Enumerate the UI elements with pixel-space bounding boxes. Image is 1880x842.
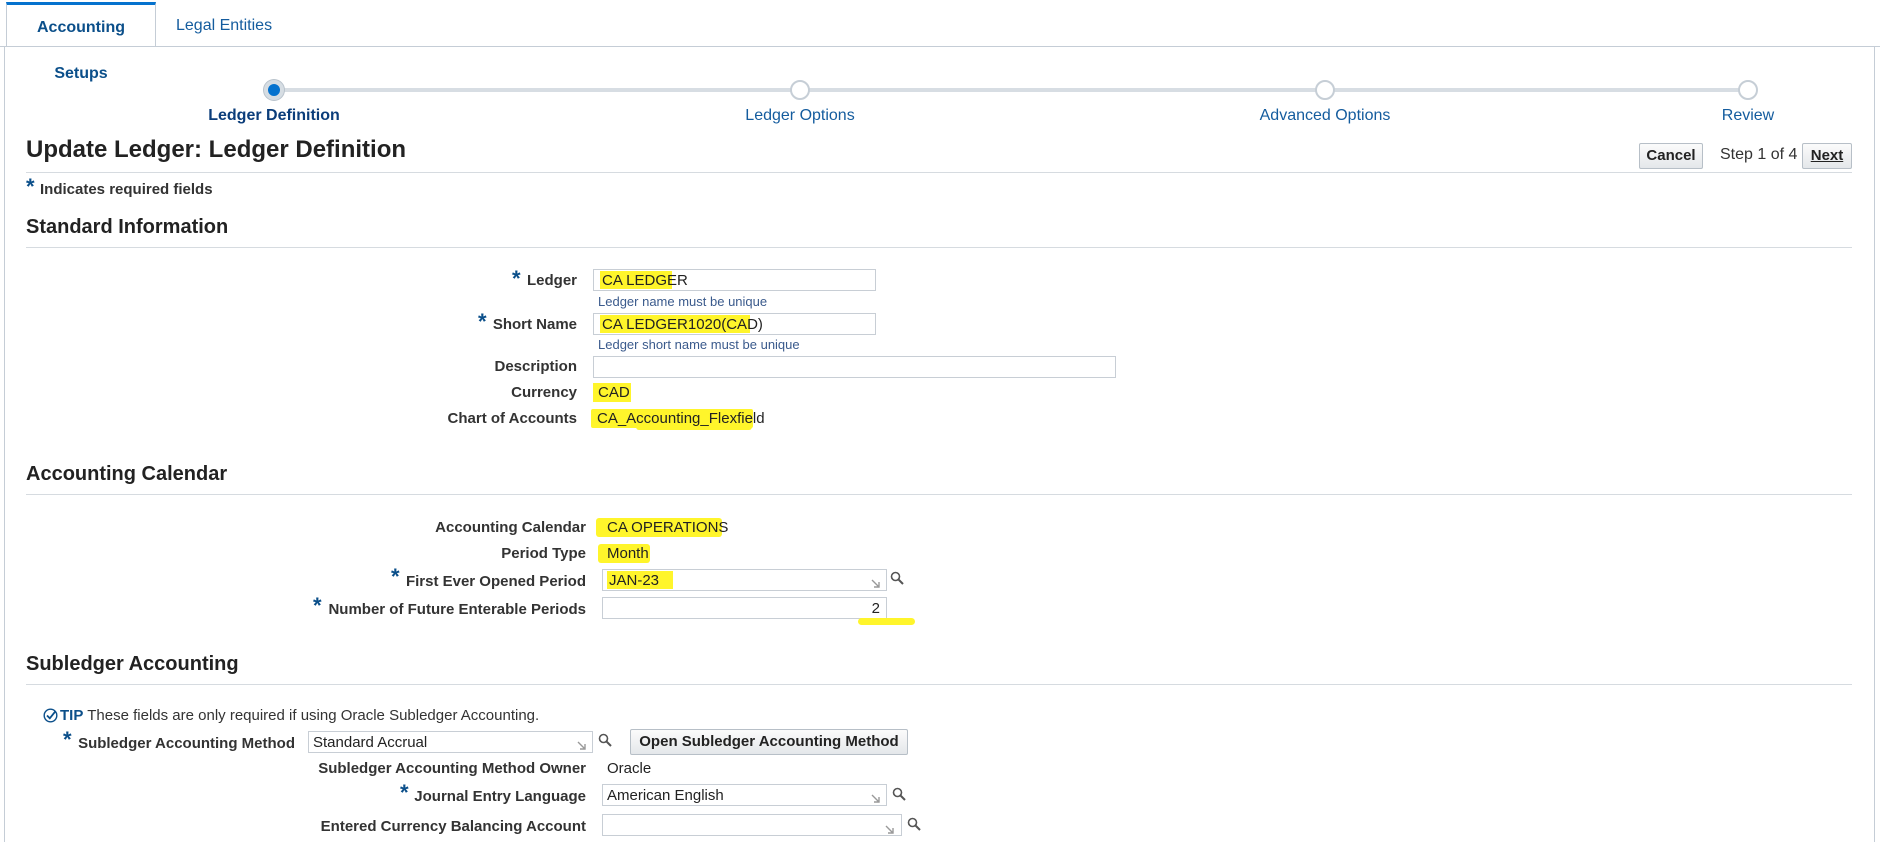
short-name-hint: Ledger short name must be unique — [598, 337, 800, 352]
header-divider — [26, 172, 1852, 173]
short-name-value: CA LEDGER1020(CAD) — [602, 316, 763, 333]
train-stop-review[interactable] — [1738, 80, 1758, 100]
tip-check-icon — [43, 708, 58, 723]
je-language-label: Journal Entry Language — [414, 788, 586, 805]
search-icon — [892, 787, 906, 801]
frame-border-right — [1874, 46, 1875, 842]
balancing-account-search-button[interactable] — [907, 817, 923, 833]
lov-arrow-icon — [871, 794, 880, 803]
chart-of-accounts-value: CA_Accounting_Flexfield — [597, 410, 765, 427]
description-label: Description — [494, 358, 577, 375]
train-label-review[interactable]: Review — [1638, 107, 1858, 125]
lov-arrow-icon — [871, 579, 880, 588]
required-note: Indicates required fields — [40, 181, 213, 198]
sla-method-label: Subledger Accounting Method — [78, 735, 295, 752]
chart-of-accounts-label: Chart of Accounts — [447, 410, 577, 427]
tab-accounting-setups[interactable]: Accounting Setups — [6, 2, 156, 82]
train-track — [274, 88, 1748, 92]
accounting-calendar-label: Accounting Calendar — [435, 519, 586, 536]
je-language-value: American English — [607, 787, 724, 804]
highlight-mark — [858, 618, 915, 625]
first-period-label: First Ever Opened Period — [405, 573, 586, 590]
je-language-search-button[interactable] — [892, 787, 908, 803]
first-period-input[interactable]: JAN-23 — [602, 569, 887, 591]
ledger-label: Ledger — [526, 272, 577, 289]
section-standard-information: Standard Information — [26, 216, 229, 238]
train-label-ledger-options[interactable]: Ledger Options — [690, 107, 910, 125]
period-type-value: Month — [607, 545, 649, 562]
train-label-advanced-options[interactable]: Advanced Options — [1215, 107, 1435, 125]
tip-label: TIP — [60, 707, 84, 724]
balancing-account-input[interactable] — [602, 814, 902, 836]
first-period-search-button[interactable] — [890, 571, 906, 587]
search-icon — [890, 571, 904, 585]
search-icon — [598, 733, 612, 747]
section-accounting-calendar: Accounting Calendar — [26, 463, 228, 485]
short-name-input[interactable]: CA LEDGER1020(CAD) — [593, 313, 876, 335]
required-star: * — [26, 174, 35, 199]
frame-border-left — [4, 46, 5, 842]
short-name-label: Short Name — [492, 316, 577, 333]
tip-note: TIP These fields are only required if us… — [60, 707, 539, 724]
first-period-value: JAN-23 — [609, 572, 660, 589]
future-periods-value: 2 — [871, 600, 880, 617]
description-input[interactable] — [593, 356, 1116, 378]
section-divider — [26, 684, 1852, 685]
open-sla-method-button[interactable]: Open Subledger Accounting Method — [630, 729, 908, 755]
section-divider — [26, 494, 1852, 495]
ledger-input[interactable]: CA LEDGER — [593, 269, 876, 291]
future-periods-label: Number of Future Enterable Periods — [328, 601, 586, 618]
sla-owner-label: Subledger Accounting Method Owner — [318, 760, 586, 777]
accounting-calendar-value: CA OPERATIONS — [607, 519, 729, 536]
sla-method-search-button[interactable] — [598, 733, 614, 749]
ledger-hint: Ledger name must be unique — [598, 294, 768, 309]
tab-bar: Accounting Setups Legal Entities — [0, 0, 1880, 82]
tab-legal-entities[interactable]: Legal Entities — [164, 2, 284, 46]
step-indicator: Step 1 of 4 — [1720, 146, 1798, 163]
sla-owner-value: Oracle — [607, 760, 652, 777]
section-divider — [26, 247, 1852, 248]
page-title: Update Ledger: Ledger Definition — [26, 136, 407, 163]
search-icon — [907, 817, 921, 831]
balancing-account-label: Entered Currency Balancing Account — [320, 818, 586, 835]
future-periods-input[interactable]: 2 — [602, 597, 887, 619]
lov-arrow-icon — [577, 741, 586, 750]
currency-label: Currency — [511, 384, 577, 401]
ledger-value: CA LEDGER — [602, 272, 688, 289]
cancel-button[interactable]: Cancel — [1639, 143, 1703, 169]
sla-method-input[interactable]: Standard Accrual — [308, 731, 593, 753]
train-stop-ledger-options[interactable] — [790, 80, 810, 100]
lov-arrow-icon — [885, 825, 894, 834]
train-label-ledger-definition: Ledger Definition — [208, 107, 340, 124]
section-subledger-accounting: Subledger Accounting — [26, 653, 239, 675]
next-button[interactable]: Next — [1802, 143, 1852, 169]
sla-method-value: Standard Accrual — [313, 734, 428, 751]
period-type-label: Period Type — [501, 545, 586, 562]
je-language-input[interactable]: American English — [602, 784, 887, 806]
train-stop-advanced-options[interactable] — [1315, 80, 1335, 100]
train-stop-ledger-definition — [264, 80, 284, 100]
tip-text: These fields are only required if using … — [87, 707, 540, 724]
currency-value: CAD — [598, 384, 630, 401]
